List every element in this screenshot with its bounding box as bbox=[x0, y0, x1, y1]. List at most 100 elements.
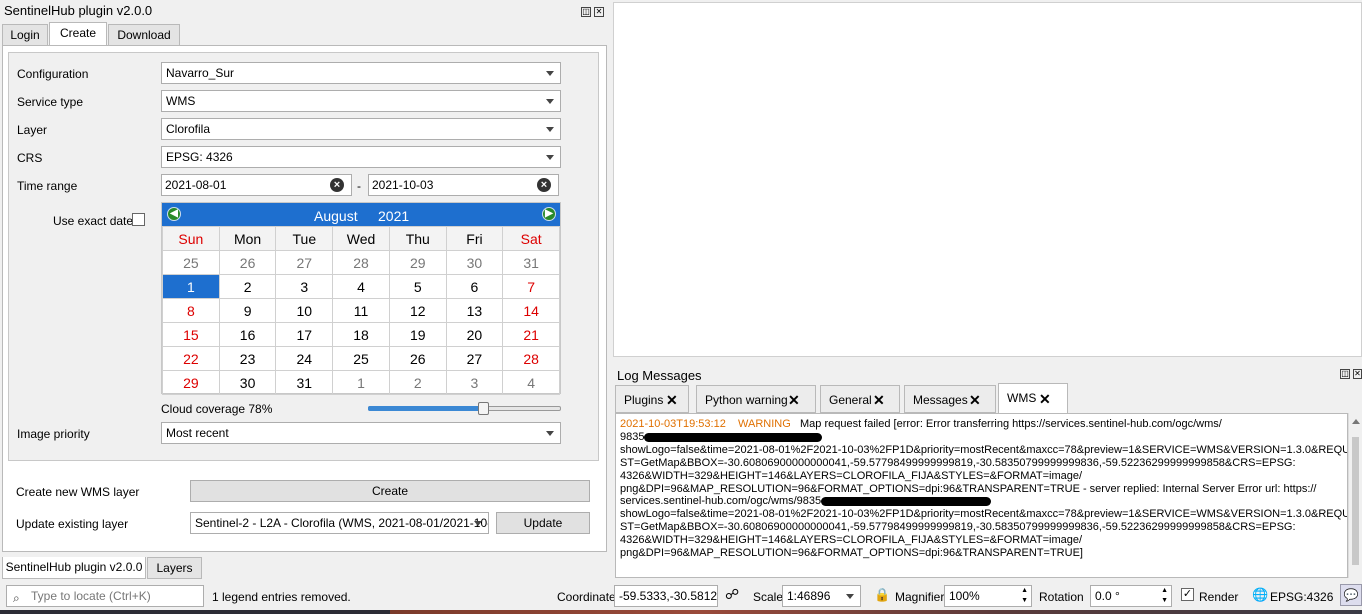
calendar-day[interactable]: 18 bbox=[332, 322, 390, 347]
crs-status[interactable]: EPSG:4326 bbox=[1270, 590, 1333, 604]
create-button[interactable]: Create bbox=[190, 480, 590, 502]
start-date-input[interactable]: 2021-08-01 × bbox=[161, 174, 352, 196]
calendar-day[interactable]: 29 bbox=[388, 250, 447, 275]
calendar-day[interactable]: 10 bbox=[275, 298, 334, 323]
calendar-day[interactable]: 28 bbox=[332, 250, 390, 275]
calendar-day[interactable]: 3 bbox=[445, 370, 504, 395]
calendar-day[interactable]: 27 bbox=[275, 250, 334, 275]
calendar-week: 15 16 17 18 19 20 21 bbox=[162, 322, 560, 347]
log-text-area[interactable]: 2021-10-03T19:53:12 WARNING Map request … bbox=[615, 413, 1348, 578]
lock-icon[interactable]: 🔒 bbox=[874, 587, 890, 603]
calendar-day[interactable]: 6 bbox=[445, 274, 504, 299]
calendar-day[interactable]: 3 bbox=[275, 274, 334, 299]
calendar-day[interactable]: 21 bbox=[502, 322, 560, 347]
log-scrollbar[interactable] bbox=[1348, 413, 1362, 578]
calendar-day[interactable]: 28 bbox=[502, 346, 560, 371]
calendar-day[interactable]: 30 bbox=[218, 370, 277, 395]
spin-arrows-icon[interactable]: ▲ ▼ bbox=[1161, 586, 1168, 606]
render-checkbox[interactable]: ✓ bbox=[1181, 588, 1194, 601]
close-tab-icon[interactable]: ✕ bbox=[788, 386, 800, 414]
coordinate-input[interactable]: -59.5333,-30.5812 bbox=[614, 585, 718, 607]
prev-month-icon[interactable]: ◀ bbox=[167, 207, 181, 221]
calendar-day[interactable]: 26 bbox=[218, 250, 277, 275]
log-tab-general[interactable]: General ✕ bbox=[820, 385, 900, 413]
service-type-select[interactable]: WMS bbox=[161, 90, 561, 112]
close-tab-icon[interactable]: ✕ bbox=[1039, 385, 1051, 413]
tab-layers[interactable]: Layers bbox=[147, 557, 202, 579]
calendar-day[interactable]: 11 bbox=[332, 298, 390, 323]
calendar-day[interactable]: 31 bbox=[502, 250, 560, 275]
image-priority-select[interactable]: Most recent bbox=[161, 422, 561, 444]
next-month-icon[interactable]: ▶ bbox=[542, 207, 556, 221]
configuration-select[interactable]: Navarro_Sur bbox=[161, 62, 561, 84]
calendar-month[interactable]: August bbox=[314, 208, 358, 224]
exact-date-checkbox[interactable] bbox=[132, 213, 145, 226]
calendar-day[interactable]: 1 bbox=[162, 274, 220, 299]
calendar-day[interactable]: 22 bbox=[162, 346, 220, 371]
crs-select[interactable]: EPSG: 4326 bbox=[161, 146, 561, 168]
calendar-day[interactable]: 13 bbox=[445, 298, 504, 323]
rotation-spinbox[interactable]: 0.0 ° ▲ ▼ bbox=[1090, 585, 1172, 607]
calendar-day[interactable]: 31 bbox=[275, 370, 334, 395]
messages-icon[interactable]: 💬 bbox=[1340, 584, 1362, 606]
slider-handle[interactable] bbox=[478, 402, 489, 415]
calendar-day[interactable]: 29 bbox=[162, 370, 220, 395]
calendar-day[interactable]: 26 bbox=[388, 346, 447, 371]
calendar-year[interactable]: 2021 bbox=[378, 208, 409, 224]
mouse-icon[interactable]: ☍ bbox=[725, 586, 739, 603]
log-tab-messages[interactable]: Messages ✕ bbox=[904, 385, 996, 413]
calendar-day[interactable]: 2 bbox=[388, 370, 447, 395]
tab-login[interactable]: Login bbox=[2, 24, 48, 46]
tab-create[interactable]: Create bbox=[49, 22, 107, 47]
end-date-input[interactable]: 2021-10-03 × bbox=[368, 174, 559, 196]
calendar-day[interactable]: 27 bbox=[445, 346, 504, 371]
calendar-day[interactable]: 23 bbox=[218, 346, 277, 371]
clear-icon[interactable]: × bbox=[330, 178, 344, 192]
weekday-header: Sat bbox=[502, 226, 560, 251]
calendar-day[interactable]: 25 bbox=[332, 346, 390, 371]
calendar-day[interactable]: 8 bbox=[162, 298, 220, 323]
calendar-day[interactable]: 7 bbox=[502, 274, 560, 299]
calendar-day[interactable]: 17 bbox=[275, 322, 334, 347]
scroll-up-icon[interactable] bbox=[1352, 419, 1360, 424]
calendar-day[interactable]: 9 bbox=[218, 298, 277, 323]
float-icon[interactable]: ◫ bbox=[1340, 369, 1350, 379]
log-tab-python-warning[interactable]: Python warning ✕ bbox=[696, 385, 816, 413]
tab-sentinelhub-plugin[interactable]: SentinelHub plugin v2.0.0 bbox=[2, 557, 146, 579]
layer-select[interactable]: Clorofila bbox=[161, 118, 561, 140]
calendar-day[interactable]: 20 bbox=[445, 322, 504, 347]
chevron-down-icon bbox=[846, 594, 854, 599]
calendar-day[interactable]: 16 bbox=[218, 322, 277, 347]
calendar-day[interactable]: 4 bbox=[332, 274, 390, 299]
calendar-day[interactable]: 1 bbox=[332, 370, 390, 395]
calendar-day[interactable]: 5 bbox=[388, 274, 447, 299]
calendar-day[interactable]: 4 bbox=[502, 370, 560, 395]
update-button[interactable]: Update bbox=[496, 512, 590, 534]
close-icon[interactable]: ✕ bbox=[1353, 369, 1362, 379]
clear-icon[interactable]: × bbox=[537, 178, 551, 192]
calendar-day[interactable]: 12 bbox=[388, 298, 447, 323]
locator-input[interactable]: ⌕ Type to locate (Ctrl+K) bbox=[6, 585, 204, 607]
close-tab-icon[interactable]: ✕ bbox=[873, 386, 885, 414]
calendar-day[interactable]: 15 bbox=[162, 322, 220, 347]
magnifier-spinbox[interactable]: 100% ▲ ▼ bbox=[944, 585, 1032, 607]
calendar-day[interactable]: 30 bbox=[445, 250, 504, 275]
log-tab-wms[interactable]: WMS ✕ bbox=[998, 383, 1068, 414]
log-line-text: 9835 bbox=[620, 430, 645, 443]
calendar-day[interactable]: 24 bbox=[275, 346, 334, 371]
tab-download[interactable]: Download bbox=[108, 24, 180, 46]
close-tab-icon[interactable]: ✕ bbox=[969, 386, 981, 414]
float-icon[interactable]: ◫ bbox=[581, 7, 591, 17]
scroll-thumb[interactable] bbox=[1352, 437, 1359, 565]
close-icon[interactable]: ✕ bbox=[594, 7, 604, 17]
calendar-day[interactable]: 19 bbox=[388, 322, 447, 347]
map-canvas[interactable] bbox=[613, 2, 1362, 357]
calendar-day[interactable]: 25 bbox=[162, 250, 220, 275]
scale-select[interactable]: 1:46896 bbox=[782, 585, 861, 607]
spin-arrows-icon[interactable]: ▲ ▼ bbox=[1021, 586, 1028, 606]
calendar-day[interactable]: 14 bbox=[502, 298, 560, 323]
update-layer-select[interactable]: Sentinel-2 - L2A - Clorofila (WMS, 2021-… bbox=[190, 512, 489, 534]
calendar-day[interactable]: 2 bbox=[218, 274, 277, 299]
close-tab-icon[interactable]: ✕ bbox=[666, 386, 678, 414]
log-tab-plugins[interactable]: Plugins ✕ bbox=[615, 385, 689, 413]
